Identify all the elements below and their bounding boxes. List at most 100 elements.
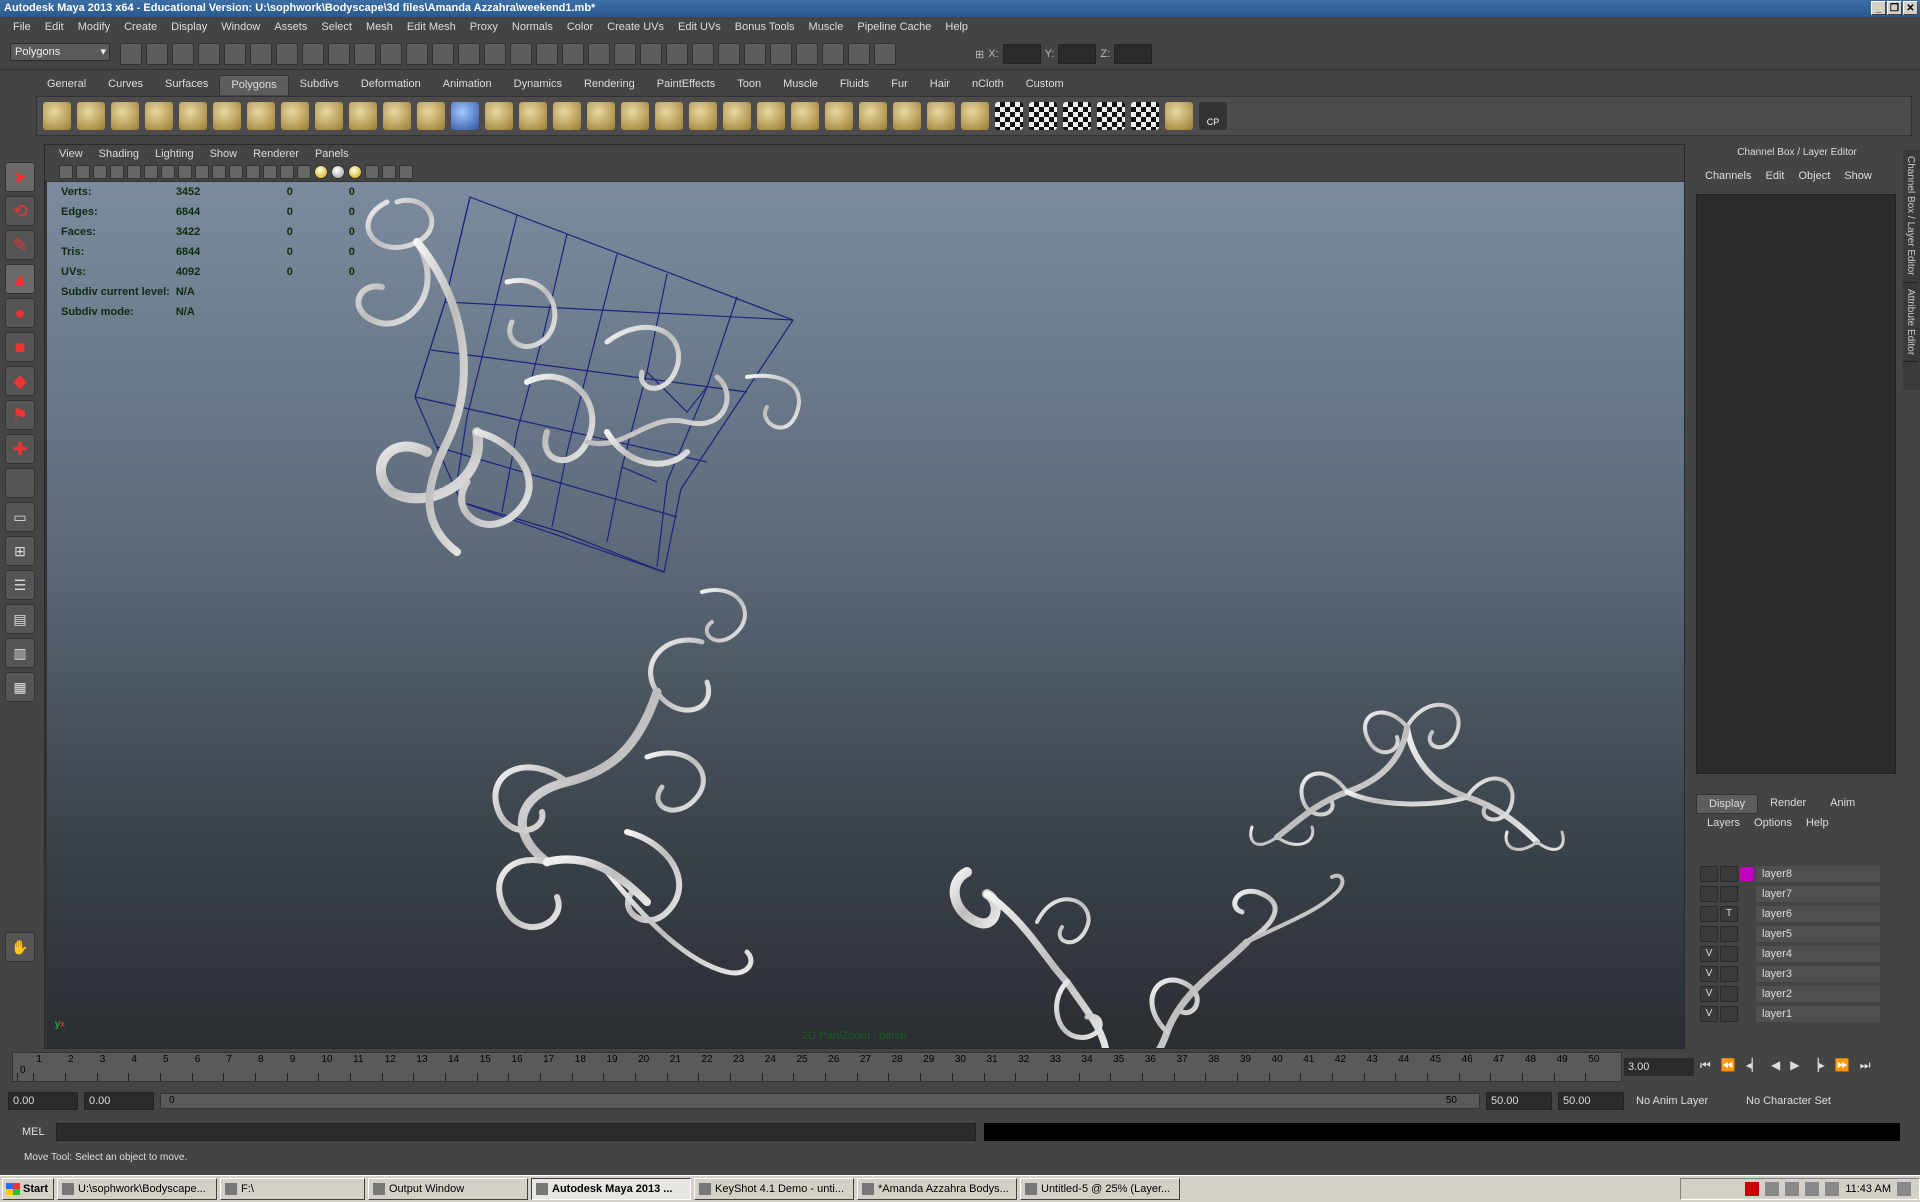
shelf-tool-icon[interactable]	[43, 102, 71, 130]
uv-layout-icon[interactable]: ▦	[5, 672, 35, 702]
play-forwards-icon[interactable]: ▶	[1790, 1058, 1799, 1073]
status-line-button-icon[interactable]	[224, 43, 246, 65]
step-forward-key-icon[interactable]: ⏩	[1835, 1058, 1850, 1073]
shelf-tool-icon[interactable]	[927, 102, 955, 130]
panel-menu-lighting[interactable]: Lighting	[147, 148, 202, 160]
status-line-button-icon[interactable]	[614, 43, 636, 65]
layer-row[interactable]: Tlayer6	[1700, 904, 1880, 924]
shelf-tool-icon[interactable]	[587, 102, 615, 130]
sync-tray-icon[interactable]	[1805, 1182, 1820, 1196]
ornament-object-4[interactable]	[1249, 702, 1565, 851]
security-tray-icon[interactable]	[1785, 1182, 1800, 1196]
layer-visibility-toggle[interactable]: V	[1700, 1006, 1718, 1022]
xray-joints-icon[interactable]	[399, 165, 413, 179]
shelf-tool-icon[interactable]	[655, 102, 683, 130]
status-line-button-icon[interactable]	[328, 43, 350, 65]
shelf-tab-curves[interactable]: Curves	[97, 75, 154, 95]
last-tool-icon[interactable]	[5, 468, 35, 498]
shelf-tool-icon[interactable]	[485, 102, 513, 130]
volume-tray-icon[interactable]	[1825, 1182, 1840, 1196]
play-backwards-icon[interactable]: ◀	[1771, 1058, 1780, 1073]
layer-row[interactable]: Vlayer2	[1700, 984, 1880, 1004]
layer-type-toggle[interactable]	[1720, 986, 1738, 1002]
command-input[interactable]	[56, 1123, 976, 1141]
side-tab-attribute-editor[interactable]: Attribute Editor	[1903, 283, 1918, 362]
z-field[interactable]	[1114, 44, 1153, 64]
layer-color-swatch[interactable]	[1740, 1007, 1754, 1021]
bookmark-icon[interactable]	[93, 165, 107, 179]
layer-color-swatch[interactable]	[1740, 927, 1754, 941]
shelf-tool-icon[interactable]	[383, 102, 411, 130]
panel-menu-view[interactable]: View	[51, 148, 91, 160]
four-pane-layout-icon[interactable]: ⊞	[5, 536, 35, 566]
shelf-tab-surfaces[interactable]: Surfaces	[154, 75, 219, 95]
shelf-tool-icon[interactable]	[281, 102, 309, 130]
menu-muscle[interactable]: Muscle	[802, 21, 851, 33]
camera-select-icon[interactable]	[59, 165, 73, 179]
lasso-tool-icon[interactable]: ⟲	[5, 196, 35, 226]
shelf-tool-icon[interactable]	[1165, 102, 1193, 130]
wireframe-icon[interactable]	[246, 165, 260, 179]
status-line-button-icon[interactable]	[510, 43, 532, 65]
layer-visibility-toggle[interactable]	[1700, 866, 1718, 882]
single-pane-layout-icon[interactable]: ▭	[5, 502, 35, 532]
layer-type-toggle[interactable]	[1720, 926, 1738, 942]
menu-file[interactable]: File	[6, 21, 38, 33]
shelf-tool-icon[interactable]	[247, 102, 275, 130]
soft-mod-icon[interactable]: ⚑	[5, 400, 35, 430]
status-line-button-icon[interactable]	[458, 43, 480, 65]
start-button[interactable]: Start	[2, 1178, 54, 1200]
range-slider-bar[interactable]: 0 50	[160, 1093, 1480, 1109]
shelf-tool-icon[interactable]	[859, 102, 887, 130]
layer-color-swatch[interactable]	[1740, 947, 1754, 961]
layer-visibility-toggle[interactable]	[1700, 926, 1718, 942]
layer-tab-render[interactable]: Render	[1758, 794, 1818, 814]
status-line-button-icon[interactable]	[796, 43, 818, 65]
channel-box-body[interactable]	[1696, 194, 1896, 774]
layer-type-toggle[interactable]	[1720, 946, 1738, 962]
shelf-tool-icon[interactable]	[1131, 102, 1159, 130]
shelf-tool-icon[interactable]	[519, 102, 547, 130]
status-line-button-icon[interactable]	[146, 43, 168, 65]
shelf-tool-icon[interactable]	[553, 102, 581, 130]
step-back-frame-icon[interactable]: ◂▏	[1746, 1058, 1761, 1073]
shelf-tab-muscle[interactable]: Muscle	[772, 75, 829, 95]
shelf-tab-ncloth[interactable]: nCloth	[961, 75, 1015, 95]
shelf-tool-icon[interactable]	[893, 102, 921, 130]
menu-create[interactable]: Create	[117, 21, 164, 33]
menu-pipeline-cache[interactable]: Pipeline Cache	[850, 21, 938, 33]
status-line-button-icon[interactable]	[692, 43, 714, 65]
film-gate-icon[interactable]	[144, 165, 158, 179]
shelf-tab-general[interactable]: General	[36, 75, 97, 95]
menu-display[interactable]: Display	[164, 21, 214, 33]
wireframe-on-shaded-icon[interactable]	[280, 165, 294, 179]
layer-type-toggle[interactable]	[1720, 966, 1738, 982]
minimize-button[interactable]: _	[1871, 1, 1886, 15]
status-line-button-icon[interactable]	[536, 43, 558, 65]
animation-start-field[interactable]: 0.00	[8, 1092, 78, 1110]
shelf-tool-icon[interactable]	[723, 102, 751, 130]
playback-start-field[interactable]: 0.00	[84, 1092, 154, 1110]
panel-menu-renderer[interactable]: Renderer	[245, 148, 307, 160]
status-line-button-icon[interactable]	[484, 43, 506, 65]
ornament-object-3[interactable]	[949, 867, 1345, 1048]
menu-edit[interactable]: Edit	[38, 21, 71, 33]
go-to-start-icon[interactable]: ⏮	[1700, 1058, 1711, 1073]
layer-visibility-toggle[interactable]	[1700, 906, 1718, 922]
layer-name[interactable]: layer4	[1756, 946, 1880, 962]
hand-icon[interactable]: ✋	[5, 932, 35, 962]
shelf-tab-fur[interactable]: Fur	[880, 75, 919, 95]
time-slider[interactable]: 0 1 2 3 4 5 6 7 8 9 10 11 12 13 14 15 16 17 18 19 20 21 22 23 24…	[12, 1052, 1622, 1082]
panel-menu-show[interactable]: Show	[202, 148, 246, 160]
status-line-button-icon[interactable]	[822, 43, 844, 65]
hypershade-layout-icon[interactable]: ▥	[5, 638, 35, 668]
menu-set-selector[interactable]: Polygons	[10, 43, 110, 61]
shelf-tool-icon[interactable]	[213, 102, 241, 130]
resolution-gate-icon[interactable]	[161, 165, 175, 179]
menu-select[interactable]: Select	[314, 21, 359, 33]
textured-icon[interactable]	[297, 165, 311, 179]
layer-menu-layers[interactable]: Layers	[1700, 817, 1747, 833]
shelf-tool-icon[interactable]	[825, 102, 853, 130]
rotate-tool-icon[interactable]: ●	[5, 298, 35, 328]
status-line-button-icon[interactable]	[666, 43, 688, 65]
